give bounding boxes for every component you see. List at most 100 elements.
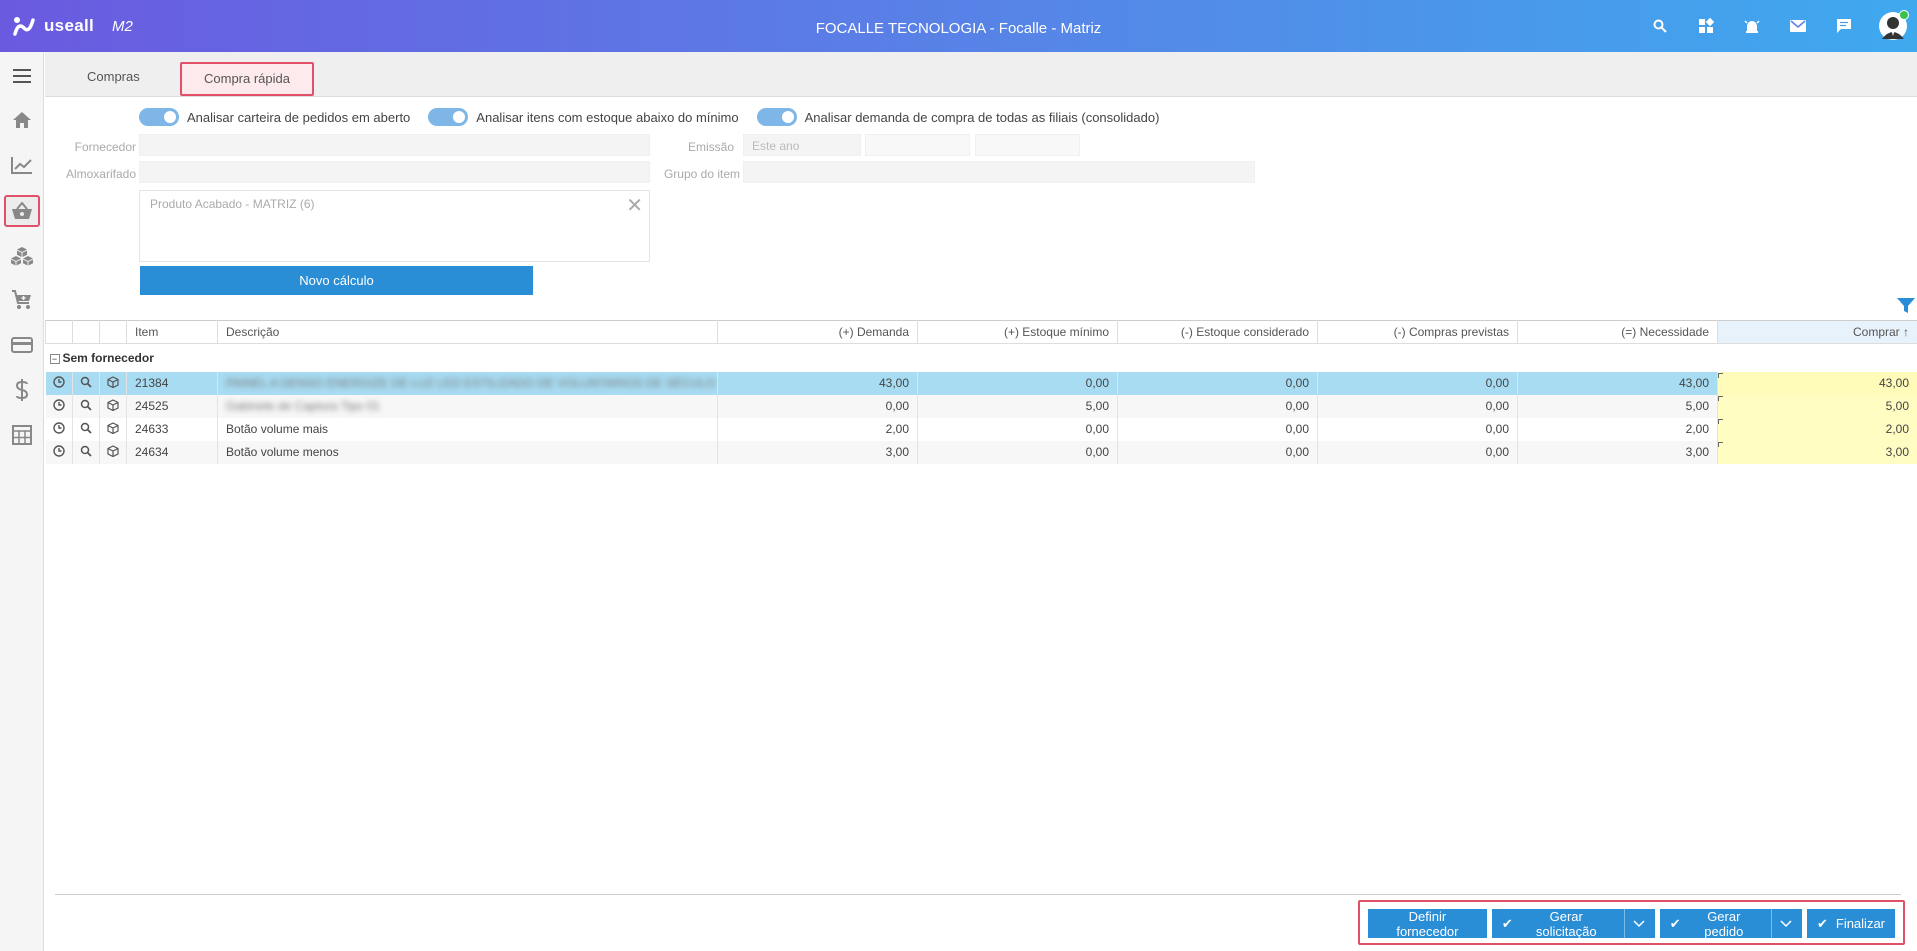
chart-icon[interactable] bbox=[4, 149, 40, 181]
column-header-descricao[interactable]: Descrição bbox=[217, 320, 718, 344]
table-row[interactable]: 24633 Botão volume mais 2,00 0,00 0,00 0… bbox=[45, 417, 1917, 441]
cell-estoque-considerado: 0,00 bbox=[1117, 417, 1318, 441]
cell-estoque-minimo: 5,00 bbox=[917, 394, 1118, 418]
purchase-grid: Item Descrição (+) Demanda (+) Estoque m… bbox=[45, 320, 1917, 464]
search-icon[interactable] bbox=[72, 371, 100, 395]
cell-comprar[interactable]: 43,00 bbox=[1717, 371, 1917, 395]
cell-item: 21384 bbox=[126, 371, 218, 395]
cell-compras-previstas: 0,00 bbox=[1317, 371, 1518, 395]
button-label: Finalizar bbox=[1835, 916, 1885, 931]
check-icon: ✔ bbox=[1816, 915, 1828, 931]
almoxarifado-tag-box[interactable]: Produto Acabado - MATRIZ (6) ✕ bbox=[139, 190, 650, 262]
cell-comprar[interactable]: 5,00 bbox=[1717, 394, 1917, 418]
gerar-pedido-button[interactable]: ✔ Gerar pedido bbox=[1659, 908, 1802, 939]
history-icon[interactable] bbox=[45, 371, 73, 395]
chevron-down-icon[interactable] bbox=[1770, 909, 1792, 938]
blurred-text: PAINEL A DENSO ENERGIZE DE LUZ LED ESTIL… bbox=[226, 376, 718, 390]
column-header-necessidade[interactable]: (=) Necessidade bbox=[1517, 320, 1718, 344]
finalizar-button[interactable]: ✔ Finalizar bbox=[1806, 909, 1895, 938]
history-icon[interactable] bbox=[45, 394, 73, 418]
footer-divider bbox=[55, 894, 1901, 895]
grupo-item-label: Grupo do item bbox=[663, 167, 740, 181]
cell-descricao: Botão volume menos bbox=[217, 440, 718, 464]
toggle-demanda-filiais[interactable]: Analisar demanda de compra de todas as f… bbox=[756, 108, 1159, 126]
column-header-estoque-considerado[interactable]: (-) Estoque considerado bbox=[1117, 320, 1318, 344]
cell-estoque-minimo: 0,00 bbox=[917, 440, 1118, 464]
close-icon[interactable]: ✕ bbox=[626, 193, 643, 218]
emissao-date-from[interactable] bbox=[865, 134, 970, 156]
fornecedor-input[interactable] bbox=[139, 134, 650, 156]
apps-icon[interactable] bbox=[1695, 15, 1717, 37]
menu-icon[interactable] bbox=[4, 60, 40, 92]
cell-estoque-minimo: 0,00 bbox=[917, 371, 1118, 395]
almoxarifado-input[interactable] bbox=[139, 161, 650, 183]
toggle-label: Analisar itens com estoque abaixo do mín… bbox=[476, 109, 739, 125]
boxes-icon[interactable] bbox=[4, 240, 40, 272]
top-bar: useall M2 FOCALLE TECNOLOGIA - Focalle -… bbox=[0, 0, 1917, 52]
emissao-select[interactable]: Este ano bbox=[743, 134, 861, 156]
emissao-date-to[interactable] bbox=[975, 134, 1080, 156]
tab-compra-rapida[interactable]: Compra rápida bbox=[180, 62, 314, 96]
toggle-estoque-minimo[interactable]: Analisar itens com estoque abaixo do mín… bbox=[428, 108, 739, 126]
group-label: − Sem fornecedor bbox=[46, 344, 1917, 372]
novo-calculo-button[interactable]: Novo cálculo bbox=[140, 266, 533, 295]
toggle-switch[interactable] bbox=[756, 108, 797, 126]
credit-card-icon[interactable] bbox=[4, 329, 40, 361]
box-icon[interactable] bbox=[99, 417, 127, 441]
search-icon[interactable] bbox=[1649, 15, 1671, 37]
search-icon[interactable] bbox=[72, 417, 100, 441]
box-icon[interactable] bbox=[99, 371, 127, 395]
chat-icon[interactable] bbox=[1833, 15, 1855, 37]
search-icon[interactable] bbox=[72, 440, 100, 464]
shopping-basket-icon[interactable] bbox=[4, 195, 40, 227]
filter-icon[interactable] bbox=[1897, 298, 1915, 317]
button-label: Gerar pedido bbox=[1704, 908, 1744, 939]
search-icon[interactable] bbox=[72, 394, 100, 418]
user-avatar[interactable] bbox=[1879, 10, 1909, 40]
cell-descricao: Gabinete de Captura Tipo 01 bbox=[217, 394, 718, 418]
chevron-down-icon[interactable] bbox=[1623, 909, 1645, 938]
cell-estoque-considerado: 0,00 bbox=[1117, 440, 1318, 464]
online-status-dot bbox=[1899, 10, 1909, 20]
toggle-switch[interactable] bbox=[139, 108, 179, 126]
add-to-cart-icon[interactable] bbox=[4, 284, 40, 316]
column-header-comprar[interactable]: Comprar ↑ bbox=[1717, 320, 1917, 344]
toggle-carteira-pedidos[interactable]: Analisar carteira de pedidos em aberto bbox=[139, 108, 410, 126]
column-header-item[interactable]: Item bbox=[126, 320, 218, 344]
table-row[interactable]: 21384 PAINEL A DENSO ENERGIZE DE LUZ LED… bbox=[45, 371, 1917, 395]
tab-compras[interactable]: Compras bbox=[65, 62, 162, 96]
cell-necessidade: 3,00 bbox=[1517, 440, 1718, 464]
home-icon[interactable] bbox=[4, 104, 40, 136]
mail-icon[interactable] bbox=[1787, 15, 1809, 37]
cell-comprar[interactable]: 2,00 bbox=[1717, 417, 1917, 441]
column-header-blank bbox=[72, 320, 100, 344]
cell-descricao: Botão volume mais bbox=[217, 417, 718, 441]
sidebar bbox=[0, 52, 44, 951]
history-icon[interactable] bbox=[45, 440, 73, 464]
column-header-demanda[interactable]: (+) Demanda bbox=[717, 320, 918, 344]
cell-demanda: 3,00 bbox=[717, 440, 918, 464]
cell-necessidade: 2,00 bbox=[1517, 417, 1718, 441]
table-row[interactable]: 24525 Gabinete de Captura Tipo 01 0,00 5… bbox=[45, 394, 1917, 418]
column-header-compras-previstas[interactable]: (-) Compras previstas bbox=[1317, 320, 1518, 344]
history-icon[interactable] bbox=[45, 417, 73, 441]
box-icon[interactable] bbox=[99, 440, 127, 464]
grupo-item-input[interactable] bbox=[743, 161, 1255, 183]
button-label: Definir fornecedor bbox=[1396, 908, 1459, 939]
definir-fornecedor-button[interactable]: Definir fornecedor bbox=[1368, 908, 1487, 939]
column-header-estoque-minimo[interactable]: (+) Estoque mínimo bbox=[917, 320, 1118, 344]
calculator-icon[interactable] bbox=[4, 419, 40, 451]
cell-estoque-considerado: 0,00 bbox=[1117, 371, 1318, 395]
cell-comprar[interactable]: 3,00 bbox=[1717, 440, 1917, 464]
alarm-icon[interactable] bbox=[1741, 15, 1763, 37]
toggle-switch[interactable] bbox=[428, 108, 469, 126]
column-header-blank bbox=[45, 320, 73, 344]
collapse-icon[interactable]: − bbox=[49, 353, 60, 364]
group-row[interactable]: − Sem fornecedor bbox=[46, 344, 1917, 372]
gerar-solicitacao-button[interactable]: ✔ Gerar solicitação bbox=[1491, 909, 1655, 939]
table-row[interactable]: 24634 Botão volume menos 3,00 0,00 0,00 … bbox=[45, 440, 1917, 464]
cell-estoque-considerado: 0,00 bbox=[1117, 394, 1318, 418]
dollar-icon[interactable] bbox=[4, 374, 40, 406]
box-icon[interactable] bbox=[99, 394, 127, 418]
column-header-blank bbox=[99, 320, 127, 344]
